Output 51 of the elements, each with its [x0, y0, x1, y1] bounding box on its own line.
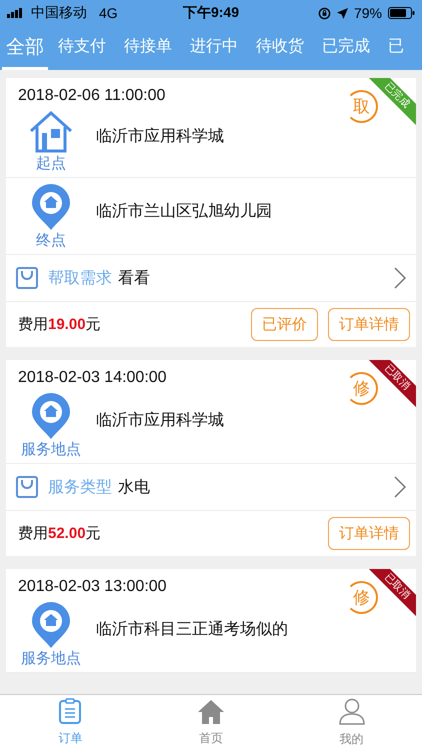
location-label: 服务地点 — [21, 440, 81, 459]
address-text: 临沂市兰山区弘旭幼儿园 — [96, 202, 272, 222]
bag-icon — [16, 267, 38, 289]
detail-value: 水电 — [118, 478, 151, 498]
chevron-right-icon — [394, 476, 406, 498]
order-time: 2018-02-03 14:00:00 — [17, 368, 168, 387]
address-text: 临沂市科目三正通考场似的 — [96, 620, 288, 640]
nav-tab[interactable]: 订单 — [0, 695, 141, 750]
detail-row[interactable]: 帮取需求 看看 — [6, 255, 416, 302]
rotation-lock-icon — [318, 6, 331, 20]
order-tab[interactable]: 待收货 — [248, 26, 312, 70]
fee-text: 费用52.00元 — [18, 524, 102, 543]
order-tab[interactable]: 待接单 — [116, 26, 180, 70]
location-label: 终点 — [36, 231, 66, 250]
bag-icon — [16, 476, 38, 498]
chevron-right-icon — [394, 267, 406, 289]
nav-tab[interactable]: 我的 — [281, 695, 422, 750]
house-icon — [29, 111, 73, 153]
address-text: 临沂市应用科学城 — [96, 410, 224, 430]
signal-icon — [7, 8, 25, 18]
detail-row[interactable]: 服务类型 水电 — [6, 464, 416, 511]
order-tab[interactable]: 已完成 — [314, 26, 378, 70]
order-action-button[interactable]: 订单详情 — [328, 308, 410, 341]
order-tab[interactable]: 全部 — [2, 26, 48, 70]
carrier-name: 中国移动 — [31, 4, 87, 22]
detail-label: 服务类型 — [48, 478, 112, 498]
order-time: 2018-02-06 11:00:00 — [17, 86, 166, 105]
person-icon — [338, 698, 365, 724]
nav-tab[interactable]: 首页 — [140, 695, 282, 750]
map-pin-icon — [31, 602, 71, 648]
address-text: 临沂市应用科学城 — [96, 126, 224, 146]
detail-label: 帮取需求 — [48, 268, 112, 288]
location-arrow-icon — [336, 8, 348, 18]
detail-value: 看看 — [118, 268, 151, 288]
order-action-button[interactable]: 订单详情 — [328, 517, 410, 550]
map-pin-icon — [31, 393, 71, 439]
order-tab[interactable]: 待支付 — [50, 26, 114, 70]
clock: 下午9:49 — [182, 4, 240, 22]
map-pin-icon — [31, 184, 71, 230]
order-tab[interactable]: 进行中 — [182, 26, 246, 70]
location-label: 服务地点 — [21, 649, 81, 668]
battery-icon — [388, 7, 415, 19]
order-time: 2018-02-03 13:00:00 — [17, 577, 168, 596]
clipboard-icon — [59, 698, 82, 724]
order-action-button[interactable]: 已评价 — [251, 308, 318, 341]
battery-percent: 79% — [354, 5, 382, 21]
home-icon — [197, 698, 225, 724]
location-label: 起点 — [36, 154, 66, 173]
network-type: 4G — [99, 5, 118, 21]
fee-text: 费用19.00元 — [18, 315, 102, 334]
order-tab[interactable]: 已 — [380, 26, 412, 70]
